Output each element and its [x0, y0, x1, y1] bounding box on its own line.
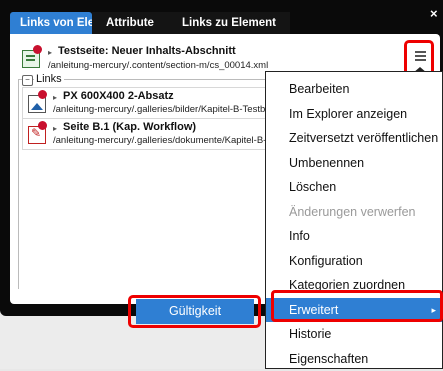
menu-item-info[interactable]: Info: [266, 224, 442, 249]
submenu-arrow-icon: ▸: [431, 298, 436, 323]
collapse-toggle[interactable]: −: [22, 75, 33, 86]
list-item[interactable]: ▸ Seite B.1 (Kap. Workflow) /anleitung-m…: [22, 118, 294, 150]
expand-caret-icon[interactable]: ▸: [48, 48, 52, 57]
context-menu: Bearbeiten Im Explorer anzeigen Zeitvers…: [265, 71, 443, 369]
menu-item-aenderungen-verwerfen: Änderungen verwerfen: [266, 200, 442, 225]
menu-item-konfiguration[interactable]: Konfiguration: [266, 249, 442, 274]
tab-links-von-element[interactable]: Links von Element: [10, 12, 92, 34]
close-icon[interactable]: ×: [430, 6, 438, 21]
menu-item-erweitert[interactable]: Erweitert ▸: [266, 298, 442, 323]
menu-item-umbenennen[interactable]: Umbenennen: [266, 151, 442, 176]
links-border: [18, 79, 19, 289]
status-dot: [38, 90, 47, 99]
menu-item-bearbeiten[interactable]: Bearbeiten: [266, 77, 442, 102]
list-item[interactable]: ▸ PX 600X400 2-Absatz /anleitung-mercury…: [22, 87, 294, 119]
source-path: /anleitung-mercury/.content/section-m/cs…: [48, 60, 268, 71]
hamburger-icon: [415, 51, 426, 53]
link-title: PX 600X400 2-Absatz: [63, 90, 174, 102]
expand-caret-icon[interactable]: ▸: [53, 124, 57, 133]
menu-item-zeitversetzt-veroeffentlichen[interactable]: Zeitversetzt veröffentlichen: [266, 126, 442, 151]
links-label: Links: [34, 73, 64, 85]
link-path: /anleitung-mercury/.galleries/dokumente/…: [53, 135, 278, 146]
tab-bar: Links von Element Attribute Links zu Ele…: [10, 12, 290, 34]
status-dot: [33, 45, 42, 54]
tab-attribute[interactable]: Attribute: [92, 12, 168, 34]
menu-item-loeschen[interactable]: Löschen: [266, 175, 442, 200]
status-dot: [38, 121, 47, 130]
menu-item-im-explorer-anzeigen[interactable]: Im Explorer anzeigen: [266, 102, 442, 127]
source-title: Testseite: Neuer Inhalts-Abschnitt: [58, 45, 236, 57]
validity-button[interactable]: Gültigkeit: [136, 299, 254, 324]
link-title: Seite B.1 (Kap. Workflow): [63, 121, 196, 133]
menu-item-historie[interactable]: Historie: [266, 322, 442, 347]
tab-links-zu-element[interactable]: Links zu Element: [168, 12, 290, 34]
menu-item-eigenschaften[interactable]: Eigenschaften: [266, 347, 442, 371]
expand-caret-icon[interactable]: ▸: [53, 93, 57, 102]
menu-item-erweitert-label: Erweitert: [289, 303, 338, 317]
link-path: /anleitung-mercury/.galleries/bilder/Kap…: [53, 104, 275, 115]
menu-item-kategorien-zuordnen[interactable]: Kategorien zuordnen: [266, 273, 442, 298]
